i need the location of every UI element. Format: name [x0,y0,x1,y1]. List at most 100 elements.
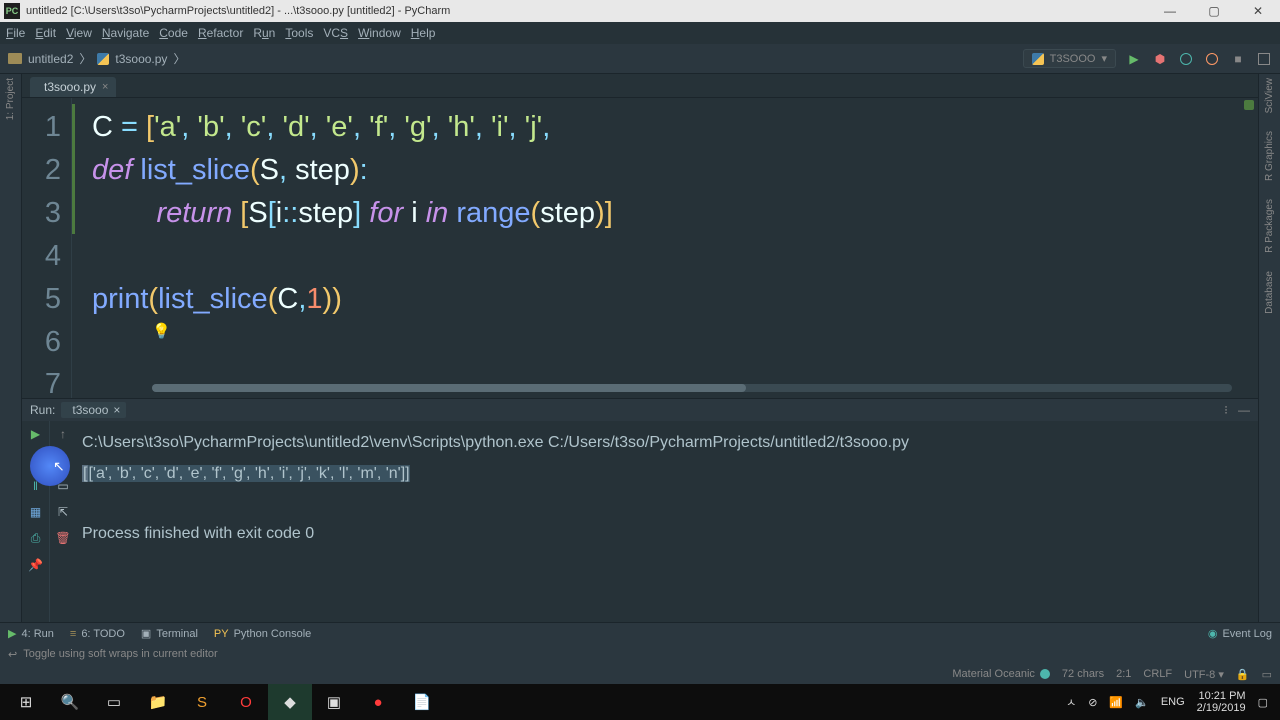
tool-todo[interactable]: ≡6: TODO [70,628,125,640]
left-tool-gutter: 1: Project [0,74,22,622]
analysis-ok-icon [1244,100,1254,110]
stop-button[interactable]: ■ [1230,51,1246,67]
output-cmd: C:\Users\t3so\PycharmProjects\untitled2\… [82,434,909,451]
run-button[interactable]: ▶ [1126,51,1142,67]
windows-taskbar: ⊞ 🔍 ▭ 📁 S O ◆ ▣ ● 📄 ㅅ ⊘ 📶 🔈 ENG 10:21 PM… [0,684,1280,720]
menu-tools[interactable]: Tools [285,26,313,40]
menu-view[interactable]: View [66,26,92,40]
tool-run[interactable]: ▶4: Run [8,627,54,640]
tray-volume-icon[interactable]: 🔈 [1135,696,1149,709]
system-tray: ㅅ ⊘ 📶 🔈 ENG 10:21 PM 2/19/2019 ▢ [1066,690,1276,714]
status-bar: Material Oceanic 72 chars 2:1 CRLF UTF-8… [0,664,1280,684]
bottom-toolbar: ▶4: Run ≡6: TODO ▣Terminal PYPython Cons… [0,622,1280,644]
vcs-gutter-mark [72,104,75,234]
notifications-icon[interactable]: ▢ [1258,696,1268,709]
search-icon[interactable]: 🔍 [48,684,92,720]
editor-tabs: t3sooo.py × [22,74,1258,98]
window-titlebar: PC untitled2 [C:\Users\t3so\PycharmProje… [0,0,1280,22]
right-tool-gutter: SciView R Graphics R Packages Database [1258,74,1280,622]
run-output[interactable]: C:\Users\t3so\PycharmProjects\untitled2\… [76,421,1258,622]
menu-navigate[interactable]: Navigate [102,26,149,40]
clear-icon[interactable]: 🗑 [55,531,70,545]
close-button[interactable]: ✕ [1236,0,1280,22]
rerun-icon[interactable]: ▶ [31,427,40,441]
tool-terminal[interactable]: ▣Terminal [141,627,198,640]
navigation-bar: untitled2 〉 t3sooo.py 〉 T3SOOO ▾ ▶ ⬢ ■ [0,44,1280,74]
layout-icon[interactable]: ▦ [30,505,41,519]
file-explorer-icon[interactable]: 📁 [136,684,180,720]
run-label: Run: [30,403,55,417]
print-icon[interactable]: ⎙ [31,531,41,546]
menu-window[interactable]: Window [358,26,401,40]
app-icon-1[interactable]: ▣ [312,684,356,720]
window-title: untitled2 [C:\Users\t3so\PycharmProjects… [26,5,450,17]
menu-vcs[interactable]: VCS [323,26,348,40]
profile-button[interactable] [1204,51,1220,67]
run-config-selector[interactable]: T3SOOO ▾ [1023,49,1116,68]
tray-network-icon[interactable]: ⊘ [1088,696,1097,709]
softwrap-icon: ↩ [8,648,17,661]
hide-icon[interactable]: — [1238,403,1250,417]
theme-indicator[interactable]: Material Oceanic [952,668,1050,680]
up-icon[interactable]: ↑ [60,427,66,441]
debug-button[interactable]: ⬢ [1152,51,1168,67]
menu-refactor[interactable]: Refactor [198,26,243,40]
search-everywhere-button[interactable] [1256,51,1272,67]
status-lineend[interactable]: CRLF [1143,668,1172,680]
line-numbers: 1 2 3 4 5 6 7 [22,98,72,398]
menu-edit[interactable]: Edit [35,26,56,40]
editor-horizontal-scrollbar[interactable] [152,384,1232,392]
tray-chevron-icon[interactable]: ㅅ [1066,694,1076,710]
opera-icon[interactable]: O [224,684,268,720]
run-tab[interactable]: t3sooo × [61,402,126,418]
close-icon[interactable]: × [113,403,120,417]
maximize-button[interactable]: ▢ [1192,0,1236,22]
record-icon[interactable]: ● [356,684,400,720]
breadcrumb-project[interactable]: untitled2 [28,52,73,66]
python-icon [1032,53,1044,65]
tool-python-console[interactable]: PYPython Console [214,628,311,640]
status-memory-icon[interactable]: ▭ [1262,668,1272,681]
settings-icon[interactable]: ⁝ [1224,403,1228,417]
output-result-selected: ['a', 'b', 'c', 'd', 'e', 'f', 'g', 'h',… [88,465,409,482]
panel-project[interactable]: 1: Project [5,78,16,120]
taskbar-clock[interactable]: 10:21 PM 2/19/2019 [1197,690,1246,714]
coverage-button[interactable] [1178,51,1194,67]
python-file-icon [97,53,109,65]
close-tab-icon[interactable]: × [102,81,108,93]
export-icon[interactable]: ⇱ [58,505,68,519]
chevron-down-icon: ▾ [1101,52,1107,65]
panel-rpackages[interactable]: R Packages [1264,199,1275,253]
menu-help[interactable]: Help [411,26,436,40]
menu-file[interactable]: File [6,26,25,40]
hint-bar: ↩ Toggle using soft wraps in current edi… [0,644,1280,664]
editor-tab[interactable]: t3sooo.py × [30,77,116,97]
output-finished: Process finished with exit code 0 [82,525,314,542]
code-content[interactable]: C = ['a', 'b', 'c', 'd', 'e', 'f', 'g', … [72,98,1258,398]
readonly-icon[interactable]: 🔒 [1236,668,1250,681]
status-position[interactable]: 2:1 [1116,668,1131,680]
status-chars: 72 chars [1062,668,1104,680]
tray-wifi-icon[interactable]: 📶 [1109,696,1123,709]
status-encoding[interactable]: UTF-8 ▾ [1184,668,1224,681]
pycharm-icon[interactable]: ◆ [268,684,312,720]
panel-database[interactable]: Database [1264,271,1275,314]
start-button[interactable]: ⊞ [4,684,48,720]
intention-bulb-icon[interactable]: 💡 [152,322,171,340]
menu-code[interactable]: Code [159,26,188,40]
pin-icon[interactable]: 📌 [28,558,43,572]
app-icon-2[interactable]: 📄 [400,684,444,720]
task-view-icon[interactable]: ▭ [92,684,136,720]
tray-lang[interactable]: ENG [1161,696,1185,708]
sublime-icon[interactable]: S [180,684,224,720]
minimize-button[interactable]: — [1148,0,1192,22]
menubar: File Edit View Navigate Code Refactor Ru… [0,22,1280,44]
breadcrumb-file[interactable]: t3sooo.py [115,52,167,66]
event-log[interactable]: ◉Event Log [1208,627,1272,640]
panel-sciview[interactable]: SciView [1264,78,1275,113]
folder-icon [8,53,22,64]
code-editor[interactable]: 1 2 3 4 5 6 7 C = ['a', 'b', 'c', 'd', '… [22,98,1258,398]
panel-rgraphics[interactable]: R Graphics [1264,131,1275,181]
menu-run[interactable]: Run [253,26,275,40]
cursor-icon: ↖ [53,458,65,475]
